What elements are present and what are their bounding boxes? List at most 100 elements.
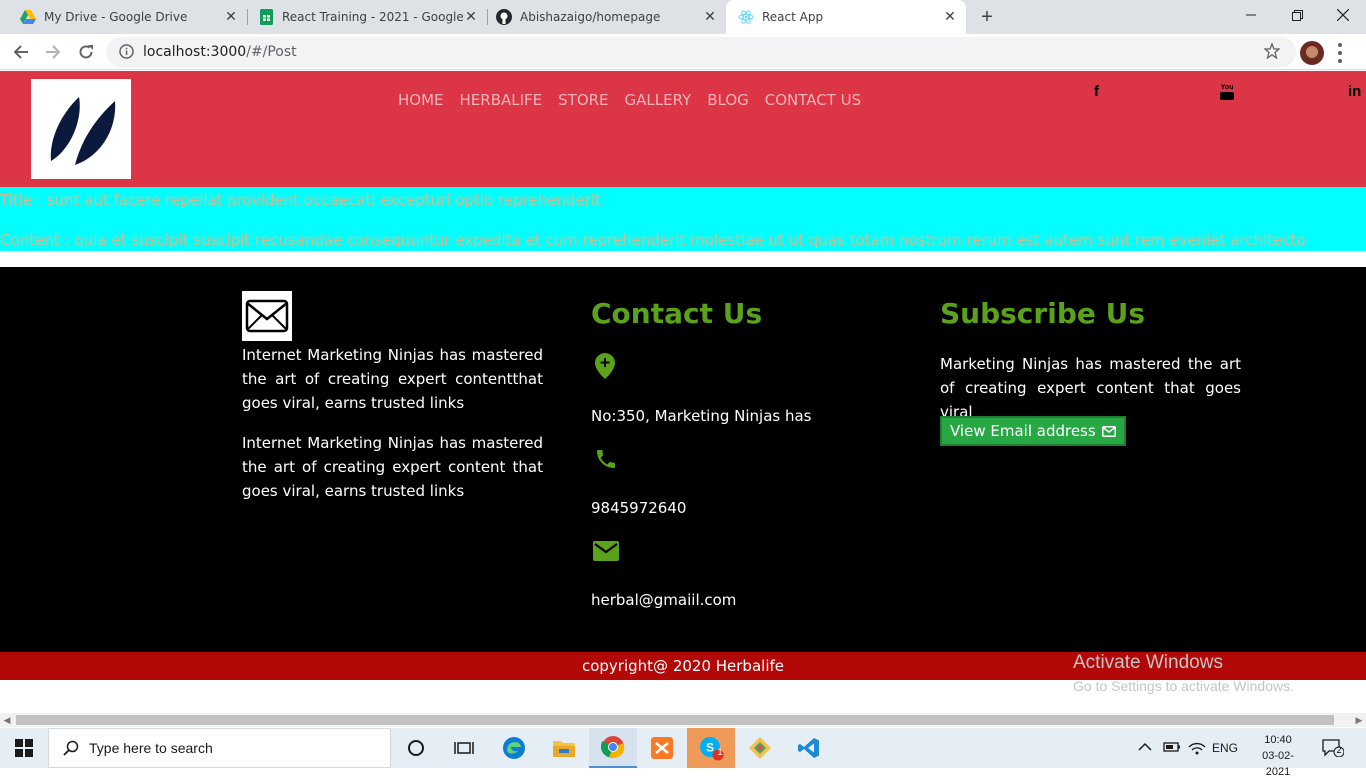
language-indicator[interactable]: ENG (1212, 741, 1238, 755)
nav-home[interactable]: HOME (398, 91, 444, 109)
leaf-logo-icon (50, 97, 116, 165)
scroll-right-arrow-icon[interactable]: ▶ (1352, 713, 1366, 727)
google-drive-icon (20, 9, 36, 25)
close-window-button[interactable] (1320, 0, 1366, 30)
tab-title: React App (762, 10, 824, 24)
about-paragraph-2: Internet Marketing Ninjas has mastered t… (242, 434, 543, 500)
subscribe-text: Marketing Ninjas has mastered the art of… (940, 355, 1241, 421)
svg-text:S: S (706, 741, 714, 755)
tab-title: My Drive - Google Drive (44, 10, 188, 24)
browser-toolbar: localhost:3000/#/Post (0, 34, 1366, 70)
activate-windows-watermark: Activate Windows Go to Settings to activ… (1073, 652, 1294, 694)
reload-icon (79, 45, 93, 59)
notification-count: 2 (1336, 745, 1342, 755)
search-icon (63, 740, 79, 756)
gitkraken-icon[interactable] (736, 728, 784, 768)
skype-badge: 1 (717, 747, 723, 757)
tab-title: Abishazaigo/homepage (520, 10, 661, 24)
info-icon[interactable] (119, 44, 134, 64)
back-button[interactable] (9, 40, 33, 64)
address-bar[interactable]: localhost:3000/#/Post (106, 37, 1296, 67)
youtube-label: You (1220, 84, 1234, 91)
nav-contact-us[interactable]: CONTACT US (765, 91, 861, 109)
site-footer: Internet Marketing Ninjas has mastered t… (0, 267, 1366, 652)
nav-gallery[interactable]: GALLERY (625, 91, 692, 109)
tab-google-drive[interactable]: My Drive - Google Drive ✕ (0, 0, 247, 34)
taskbar-clock[interactable]: 10:40 03-02-2021 (1250, 732, 1306, 780)
google-sheets-icon (258, 9, 274, 25)
view-email-button[interactable]: View Email address (940, 416, 1126, 446)
profile-avatar[interactable] (1300, 41, 1324, 65)
subscribe-heading: Subscribe Us (940, 297, 1145, 330)
activate-title: Activate Windows (1073, 652, 1223, 673)
activate-subtitle: Go to Settings to activate Windows. (1073, 678, 1294, 694)
chrome-icon[interactable] (589, 728, 637, 768)
post-title: Title : sunt aut facere repellat provide… (0, 191, 601, 209)
facebook-icon[interactable]: f (1094, 83, 1099, 100)
site-header: HOME HERBALIFE STORE GALLERY BLOG CONTAC… (0, 71, 1366, 187)
about-paragraph-1: Internet Marketing Ninjas has mastered t… (242, 346, 543, 412)
url-host: localhost:3000 (143, 44, 247, 60)
tab-react-training-sheet[interactable]: React Training - 2021 - Google Sh ✕ (238, 0, 487, 34)
tab-title: React Training - 2021 - Google Sh (282, 10, 463, 24)
battery-icon[interactable] (1161, 740, 1181, 759)
github-icon (496, 9, 512, 25)
mail-icon (593, 541, 619, 565)
main-nav: HOME HERBALIFE STORE GALLERY BLOG CONTAC… (398, 91, 861, 109)
tab-github-homepage[interactable]: Abishazaigo/homepage ✕ (476, 0, 726, 34)
contact-phone: 9845972640 (591, 499, 687, 517)
horizontal-scrollbar[interactable]: ◀ ▶ (0, 713, 1366, 727)
forward-button[interactable] (41, 40, 65, 64)
minimize-button[interactable] (1228, 0, 1274, 30)
windows-logo-icon (15, 739, 33, 757)
start-button[interactable] (0, 728, 48, 768)
restore-button[interactable] (1274, 0, 1320, 30)
wifi-icon[interactable] (1188, 739, 1206, 760)
browser-tab-bar: My Drive - Google Drive ✕ React Training… (0, 0, 1366, 34)
footer-about-column: Internet Marketing Ninjas has mastered t… (242, 291, 543, 503)
arrow-left-icon (13, 45, 28, 59)
youtube-icon[interactable]: You (1219, 84, 1235, 100)
new-tab-button[interactable]: + (977, 7, 997, 27)
close-icon[interactable]: ✕ (223, 9, 239, 25)
nav-blog[interactable]: BLOG (707, 91, 749, 109)
vscode-icon[interactable] (785, 728, 833, 768)
footer-contact-column: Contact Us No:350, Marketing Ninjas has … (591, 267, 891, 652)
post-section: Title : sunt aut facere repellat provide… (0, 187, 1366, 251)
windows-taskbar: Type here to search S 1 ENG 10:40 03-02-… (0, 728, 1366, 778)
tab-react-app[interactable]: React App ✕ (726, 0, 966, 34)
linkedin-icon[interactable]: in (1348, 83, 1361, 100)
reload-button[interactable] (74, 40, 98, 64)
location-pin-icon (595, 353, 615, 383)
search-placeholder: Type here to search (89, 740, 213, 756)
url-path: /#/Post (246, 44, 297, 60)
close-icon[interactable]: ✕ (702, 9, 718, 25)
edge-browser-icon[interactable] (490, 728, 538, 768)
envelope-small-icon (1101, 425, 1116, 437)
notification-icon[interactable]: 2 (1322, 739, 1345, 762)
cortana-icon[interactable] (392, 728, 440, 768)
arrow-right-icon (46, 45, 61, 59)
react-icon (738, 9, 754, 25)
view-email-label: View Email address (950, 422, 1096, 440)
task-view-icon[interactable] (440, 728, 488, 768)
bookmark-star-icon[interactable] (1263, 42, 1281, 64)
taskbar-search-input[interactable]: Type here to search (48, 728, 391, 768)
url-text: localhost:3000/#/Post (143, 44, 297, 60)
file-explorer-icon[interactable] (540, 728, 588, 768)
footer-subscribe-column: Subscribe Us Marketing Ninjas has master… (940, 267, 1241, 652)
scrollbar-thumb[interactable] (16, 715, 1334, 725)
xampp-icon[interactable] (638, 728, 686, 768)
skype-icon[interactable]: S 1 (687, 728, 735, 768)
nav-herbalife[interactable]: HERBALIFE (460, 91, 543, 109)
nav-store[interactable]: STORE (558, 91, 608, 109)
more-menu-icon[interactable] (1338, 43, 1344, 63)
scroll-left-arrow-icon[interactable]: ◀ (0, 713, 14, 727)
close-icon[interactable]: ✕ (942, 9, 958, 25)
chevron-up-icon[interactable] (1138, 741, 1152, 755)
post-content: Content : quia et suscipit suscipit recu… (0, 231, 1306, 249)
site-logo[interactable] (31, 79, 131, 179)
envelope-icon (242, 291, 292, 341)
contact-email[interactable]: herbal@gmaiil.com (591, 591, 736, 609)
phone-icon (594, 447, 618, 475)
